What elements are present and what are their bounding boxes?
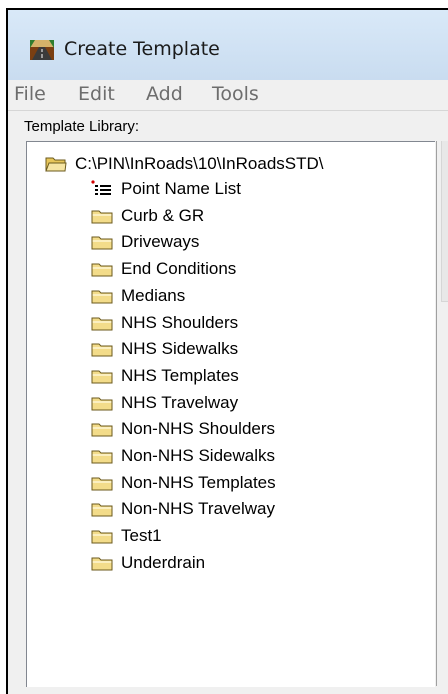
tree-item[interactable]: NHS Travelway: [91, 391, 238, 415]
folder-icon: [91, 503, 113, 517]
tree-item[interactable]: NHS Shoulders: [91, 311, 238, 335]
tree-item-label: NHS Travelway: [121, 392, 239, 412]
tree-item-label: NHS Templates: [121, 365, 239, 385]
folder-icon: [91, 370, 113, 384]
folder-icon: [91, 343, 113, 357]
tree-item-label: Point Name List: [121, 179, 241, 198]
tree-item[interactable]: Non-NHS Templates: [91, 471, 276, 495]
folder-icon: [91, 450, 113, 464]
window-title: Create Template: [64, 38, 220, 60]
folder-icon: [91, 263, 113, 277]
tree-item-label: Test1: [121, 526, 162, 546]
tree-item-label: Underdrain: [121, 552, 206, 572]
folder-icon: [91, 317, 113, 330]
tree-item[interactable]: NHS Sidewalks: [91, 337, 238, 361]
folder-icon: [91, 530, 113, 544]
right-panel-edge: [436, 141, 448, 686]
menu-tools[interactable]: Tools: [212, 83, 259, 105]
folder-icon: [91, 290, 113, 304]
tree-root-folder[interactable]: C:\PIN\InRoads\10\InRoadsSTD\: [45, 152, 324, 176]
template-library-tree[interactable]: C:\PIN\InRoads\10\InRoadsSTD\ Point Name…: [26, 141, 435, 687]
tree-item-label: Medians: [121, 285, 186, 305]
tree-item[interactable]: Underdrain: [91, 551, 205, 575]
tree-item-label: Non-NHS Travelway: [121, 499, 275, 519]
tree-root-label: C:\PIN\InRoads\10\InRoadsSTD\: [75, 154, 324, 173]
tree-item[interactable]: Non-NHS Travelway: [91, 497, 275, 521]
title-bar[interactable]: Create Template: [8, 10, 448, 80]
road-app-icon: [30, 40, 54, 60]
tree-item-label: Non-NHS Shoulders: [121, 419, 276, 439]
folder-icon: [91, 397, 113, 411]
folder-icon: [91, 557, 113, 571]
menu-file[interactable]: File: [14, 83, 46, 105]
tree-item-label: Driveways: [121, 232, 200, 252]
tree-item-label: Curb & GR: [121, 205, 205, 225]
tree-item[interactable]: Medians: [91, 284, 185, 308]
folder-icon: [91, 236, 113, 250]
menu-edit[interactable]: Edit: [78, 83, 115, 105]
menu-add[interactable]: Add: [146, 83, 183, 105]
folder-icon: [91, 423, 113, 437]
template-library-label: Template Library:: [24, 118, 140, 135]
right-panel-box: [441, 141, 448, 302]
tree-item[interactable]: Non-NHS Shoulders: [91, 417, 275, 441]
tree-item[interactable]: Curb & GR: [91, 204, 204, 228]
tree-item-label: End Conditions: [121, 259, 237, 279]
folder-icon: [91, 477, 113, 491]
list-icon: [91, 180, 111, 195]
tree-item-label: NHS Shoulders: [121, 312, 239, 332]
tree-item[interactable]: Point Name List: [91, 177, 241, 201]
tree-item[interactable]: End Conditions: [91, 257, 236, 281]
tree-item[interactable]: NHS Templates: [91, 364, 239, 388]
tree-item-label: Non-NHS Sidewalks: [121, 446, 275, 465]
folder-icon: [91, 210, 113, 224]
tree-item[interactable]: Non-NHS Sidewalks: [91, 444, 275, 468]
menu-bar: File Edit Add Tools: [8, 80, 448, 111]
open-folder-icon: [45, 157, 67, 172]
tree-item[interactable]: Driveways: [91, 230, 199, 254]
tree-item-label: Non-NHS Templates: [121, 472, 276, 492]
tree-item[interactable]: Test1: [91, 524, 162, 548]
tree-item-label: NHS Sidewalks: [121, 339, 239, 359]
